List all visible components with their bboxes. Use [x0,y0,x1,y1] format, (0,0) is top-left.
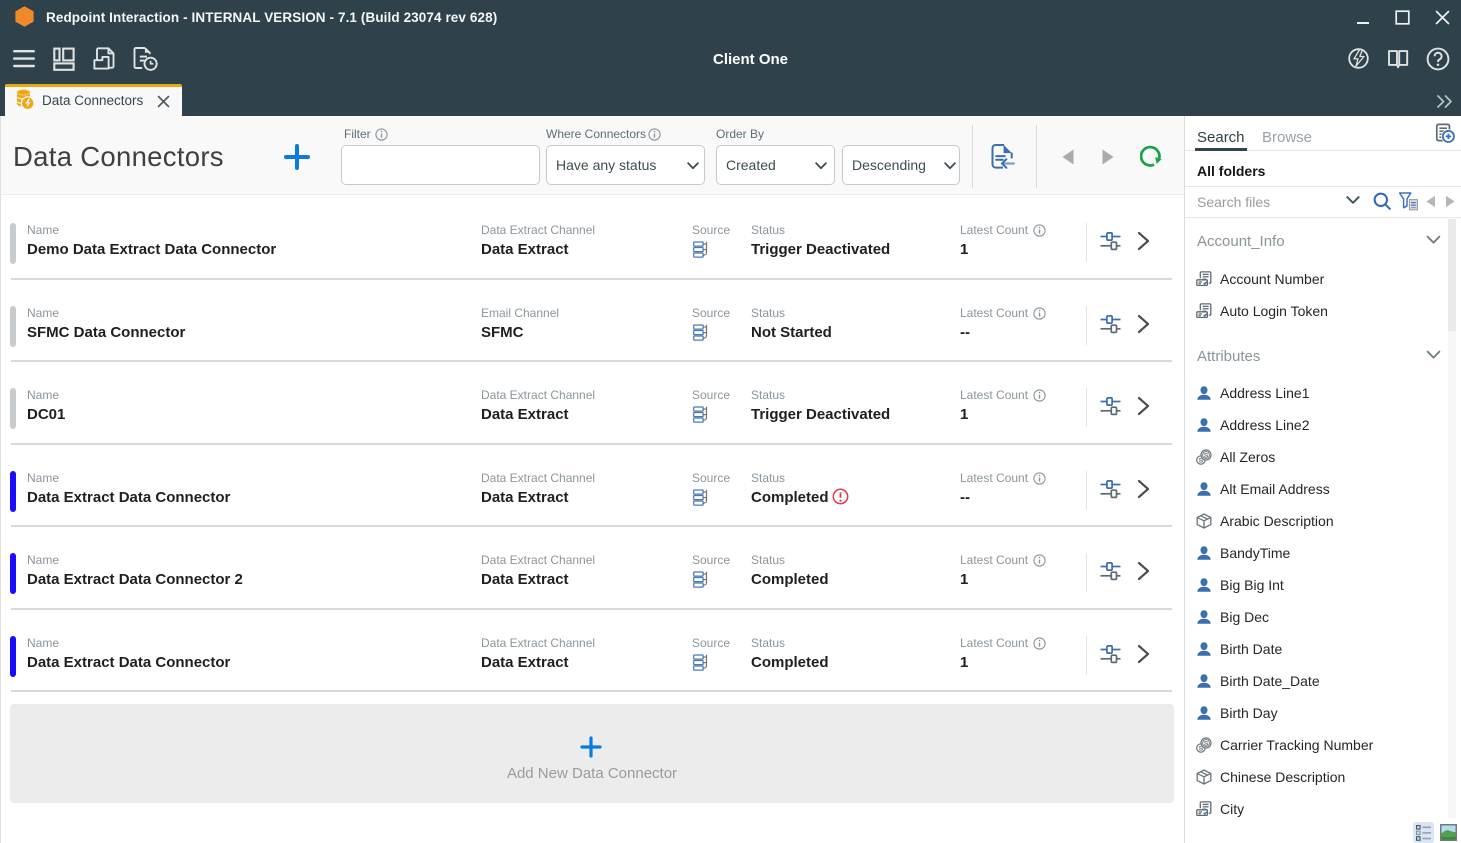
svg-text:S: S [1204,740,1209,747]
svg-text:S: S [1204,452,1209,459]
